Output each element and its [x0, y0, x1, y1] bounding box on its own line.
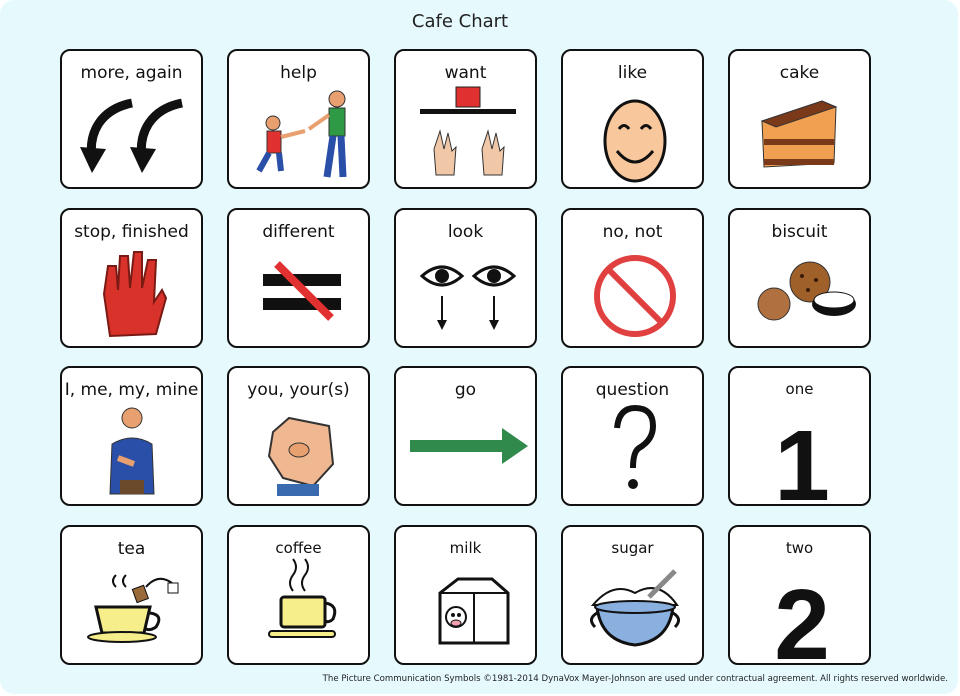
cell-question[interactable]: question — [561, 366, 704, 506]
cell-you-yours[interactable]: you, your(s) — [227, 366, 370, 506]
coffee-cup-icon — [268, 558, 337, 638]
cell-go[interactable]: go — [394, 366, 537, 506]
cell-cake[interactable]: cake — [728, 49, 871, 189]
prohibited-icon — [594, 255, 676, 337]
curved-arrows-icon — [80, 98, 184, 173]
cell-stop-finished[interactable]: stop, finished — [60, 208, 203, 348]
milk-carton-icon — [438, 577, 510, 645]
not-equal-icon — [263, 261, 341, 321]
biscuits-icon — [757, 261, 856, 321]
number-one-glyph: 1 — [774, 410, 830, 506]
cell-one[interactable]: one 1 — [728, 366, 871, 506]
cell-look[interactable]: look — [394, 208, 537, 348]
page-title: Cafe Chart — [411, 11, 509, 32]
tea-cup-icon — [87, 574, 179, 643]
helping-people-icon — [256, 90, 347, 178]
cell-different[interactable]: different — [227, 208, 370, 348]
cell-tea[interactable]: tea — [60, 525, 203, 665]
cell-like[interactable]: like — [561, 49, 704, 189]
cell-more-again[interactable]: more, again — [60, 49, 203, 189]
cell-no-not[interactable]: no, not — [561, 208, 704, 348]
cell-coffee[interactable]: coffee — [227, 525, 370, 665]
cell-milk[interactable]: milk — [394, 525, 537, 665]
cell-help[interactable]: help — [227, 49, 370, 189]
pointing-finger-icon — [267, 416, 335, 496]
smiling-face-icon — [603, 99, 667, 183]
cell-want[interactable]: want — [394, 49, 537, 189]
cell-biscuit[interactable]: biscuit — [728, 208, 871, 348]
reaching-hands-icon — [420, 86, 516, 176]
green-arrow-icon — [410, 428, 528, 464]
communication-board: Cafe Chart more, again help want like ca… — [0, 0, 958, 694]
cell-sugar[interactable]: sugar — [561, 525, 704, 665]
number-two-glyph: 2 — [774, 569, 830, 665]
person-pointing-self-icon — [109, 407, 155, 495]
number-two-icon: 2 — [774, 569, 830, 665]
number-one-icon: 1 — [774, 410, 830, 506]
question-mark-icon — [614, 404, 657, 489]
sugar-bowl-icon — [590, 569, 680, 647]
cell-two[interactable]: two 2 — [728, 525, 871, 665]
eyes-icon — [419, 265, 517, 330]
copyright-footer: The Picture Communication Symbols ©1981-… — [322, 674, 948, 684]
red-hand-icon — [102, 251, 168, 338]
cake-slice-icon — [760, 100, 838, 168]
cell-i-me-my-mine[interactable]: I, me, my, mine — [60, 366, 203, 506]
